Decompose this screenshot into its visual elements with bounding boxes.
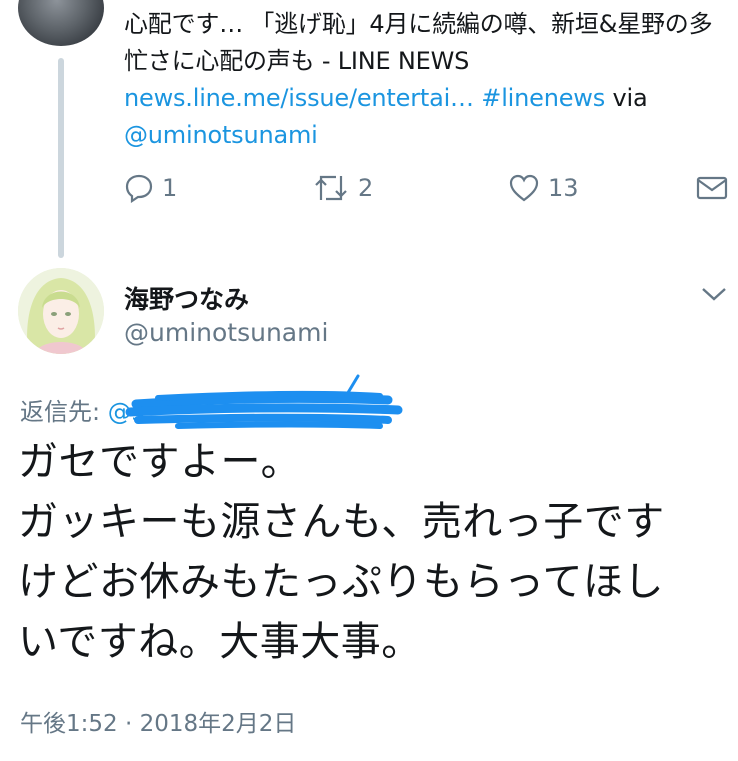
thread-connector-line: [58, 58, 64, 258]
previous-tweet-body: 心配です… 「逃げ恥」4月に続編の噂、新垣&星野の多忙さに心配の声も - LIN…: [124, 10, 713, 75]
previous-tweet-avatar[interactable]: [18, 0, 104, 46]
tweet-timestamp[interactable]: 午後1:52 · 2018年2月2日: [20, 704, 296, 738]
via-label: via: [612, 84, 648, 112]
tweet-body: ガセですよー。 ガッキーも源さんも、売れっ子です けどお休みもたっぷりもらってほ…: [18, 439, 665, 665]
direct-message-button[interactable]: [696, 170, 728, 206]
user-display-name[interactable]: 海野つなみ: [124, 280, 249, 316]
retweet-icon: [315, 175, 347, 201]
user-avatar[interactable]: [18, 268, 104, 354]
more-options-button[interactable]: [700, 284, 728, 308]
chevron-down-icon: [702, 288, 726, 301]
via-handle-link[interactable]: @uminotsunami: [124, 121, 318, 149]
heart-icon: [509, 174, 539, 202]
like-button[interactable]: 13: [508, 170, 579, 206]
previous-tweet-text: 心配です… 「逃げ恥」4月に続編の噂、新垣&星野の多忙さに心配の声も - LIN…: [124, 6, 730, 154]
like-count: 13: [548, 174, 579, 202]
redaction-scribble: [125, 374, 403, 429]
retweet-button[interactable]: 2: [312, 170, 373, 206]
reply-count: 1: [162, 174, 178, 202]
envelope-icon: [696, 176, 728, 200]
reply-button[interactable]: 1: [124, 170, 177, 206]
hashtag-link[interactable]: #linenews: [481, 84, 605, 112]
avatar-illustration: [18, 268, 104, 354]
retweet-count: 2: [358, 174, 374, 202]
reply-icon: [125, 174, 153, 203]
article-link[interactable]: news.line.me/issue/entertai…: [124, 84, 474, 112]
user-handle[interactable]: @uminotsunami: [124, 318, 328, 347]
reply-to-label: 返信先:: [20, 398, 101, 426]
